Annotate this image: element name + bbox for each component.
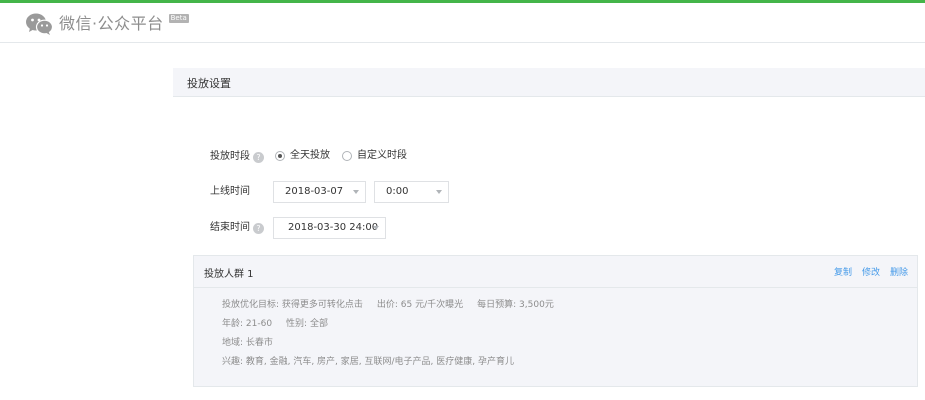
top-header: 微信·公众平台 Beta xyxy=(0,3,925,43)
end-time-label-text: 结束时间 xyxy=(210,222,250,233)
start-time-label: 上线时间 xyxy=(210,185,250,199)
audience-card: 投放人群 1 复制 修改 删除 投放优化目标: 获得更多可转化点击 出价: 65 … xyxy=(193,255,918,387)
chevron-down-icon xyxy=(373,226,379,230)
end-datetime-value: 2018-03-30 24:00 xyxy=(288,222,379,233)
start-date-value: 2018-03-07 xyxy=(285,186,344,197)
section-title: 投放设置 xyxy=(187,77,231,90)
section-header: 投放设置 xyxy=(173,68,925,97)
audience-detail-line-4: 兴趣: 教育, 金融, 汽车, 房产, 家居, 互联网/电子产品, 医疗健康, … xyxy=(222,356,514,368)
radio-custom-label[interactable]: 自定义时段 xyxy=(357,149,407,163)
end-time-label: 结束时间? xyxy=(210,221,264,235)
logo[interactable]: 微信·公众平台 Beta xyxy=(25,12,189,36)
start-time-value: 0:00 xyxy=(386,186,409,197)
wechat-logo-icon xyxy=(26,13,53,35)
optimization-goal: 投放优化目标: 获得更多可转化点击 xyxy=(222,300,363,310)
logo-text: 微信·公众平台 xyxy=(59,14,164,33)
radio-all-day-label[interactable]: 全天投放 xyxy=(290,149,330,163)
schedule-label: 投放时段? xyxy=(210,150,264,164)
audience-title: 投放人群 1 xyxy=(204,269,254,280)
end-datetime-select[interactable]: 2018-03-30 24:00 xyxy=(273,217,386,239)
copy-link[interactable]: 复制 xyxy=(834,265,852,278)
beta-badge: Beta xyxy=(168,13,189,23)
start-time-label-text: 上线时间 xyxy=(210,186,250,197)
age-range: 年龄: 21-60 xyxy=(222,319,273,329)
help-icon[interactable]: ? xyxy=(253,223,264,234)
gender: 性别: 全部 xyxy=(286,319,328,329)
help-icon[interactable]: ? xyxy=(253,152,264,163)
audience-detail-line-3: 地域: 长春市 xyxy=(222,337,273,349)
schedule-label-text: 投放时段 xyxy=(210,151,250,162)
audience-actions: 复制 修改 删除 xyxy=(824,265,908,278)
delete-link[interactable]: 删除 xyxy=(890,265,908,278)
radio-all-day[interactable] xyxy=(275,151,285,161)
daily-budget: 每日预算: 3,500元 xyxy=(477,300,554,310)
interests: 兴趣: 教育, 金融, 汽车, 房产, 家居, 互联网/电子产品, 医疗健康, … xyxy=(222,357,514,367)
radio-custom[interactable] xyxy=(342,151,352,161)
audience-detail-line-2: 年龄: 21-60 性别: 全部 xyxy=(222,318,328,330)
chevron-down-icon xyxy=(436,190,442,194)
edit-link[interactable]: 修改 xyxy=(862,265,880,278)
bid-price: 出价: 65 元/千次曝光 xyxy=(376,300,464,310)
start-date-select[interactable]: 2018-03-07 xyxy=(273,181,366,203)
audience-card-header: 投放人群 1 复制 修改 删除 xyxy=(194,256,917,288)
schedule-radio-group: 全天投放 自定义时段 xyxy=(275,149,419,163)
audience-detail-line-1: 投放优化目标: 获得更多可转化点击 出价: 65 元/千次曝光 每日预算: 3,50… xyxy=(222,299,554,311)
start-time-select[interactable]: 0:00 xyxy=(374,181,449,203)
region: 地域: 长春市 xyxy=(222,338,273,348)
chevron-down-icon xyxy=(353,190,359,194)
